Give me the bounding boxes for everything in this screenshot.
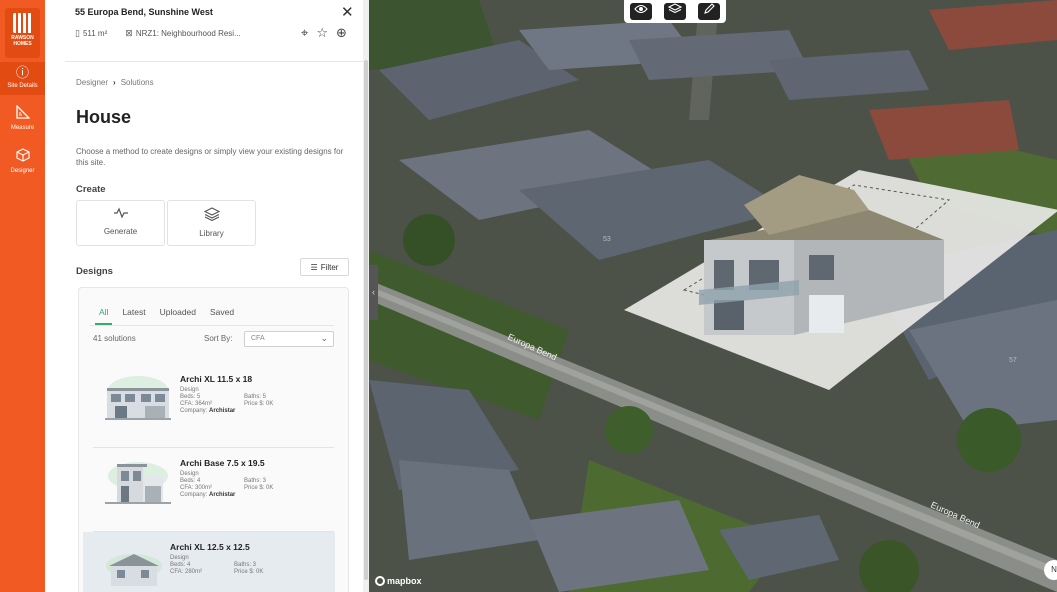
site-info-row: ▯ 511 m² ⊠ NRZ1: Neighbourhood Resi... bbox=[75, 28, 241, 39]
tab-uploaded[interactable]: Uploaded bbox=[160, 307, 196, 317]
design-company: Company: Archistar bbox=[180, 492, 235, 499]
tab-saved[interactable]: Saved bbox=[210, 307, 234, 317]
area-icon: ▯ bbox=[75, 28, 80, 38]
mapbox-logo-icon bbox=[375, 576, 385, 586]
house-thumbnail bbox=[105, 462, 171, 504]
tab-latest[interactable]: Latest bbox=[122, 307, 145, 317]
design-name: Archi XL 11.5 x 18 bbox=[180, 374, 253, 384]
design-baths: Baths: 3 bbox=[234, 562, 257, 568]
left-rail: RAWSON HOMES ⓘ Site Details Measure Desi… bbox=[0, 0, 45, 592]
design-type: Design bbox=[170, 555, 189, 561]
site-address: 55 Europa Bend, Sunshine West bbox=[75, 7, 213, 17]
company-label: Company: bbox=[180, 408, 208, 414]
cube-icon bbox=[0, 148, 45, 166]
create-section-title: Create bbox=[76, 184, 106, 195]
house-thumbnail bbox=[105, 376, 171, 420]
page-description: Choose a method to create designs or sim… bbox=[76, 147, 344, 167]
designs-tabs: All Latest Uploaded Saved bbox=[94, 307, 234, 325]
scrollbar-thumb[interactable] bbox=[364, 60, 368, 580]
company-name: Archistar bbox=[209, 408, 236, 414]
filter-icon: ☰ bbox=[310, 262, 318, 272]
side-panel: 55 Europa Bend, Sunshine West ✕ ▯ 511 m²… bbox=[45, 0, 363, 592]
pencil-icon[interactable] bbox=[698, 3, 720, 20]
design-card[interactable]: Archi XL 11.5 x 18 Design Beds: 5 Baths:… bbox=[93, 364, 334, 448]
generate-label: Generate bbox=[103, 227, 138, 236]
locate-icon[interactable]: ⌖ bbox=[301, 25, 308, 41]
design-cfa: CFA: 300m² bbox=[180, 485, 213, 491]
compass-button[interactable]: N bbox=[1044, 560, 1057, 580]
header-divider bbox=[65, 61, 363, 62]
design-price: Price $: 0K bbox=[244, 485, 274, 491]
filter-label: Filter bbox=[320, 262, 339, 272]
design-price: Price $: 0K bbox=[244, 401, 274, 407]
solutions-count: 41 solutions bbox=[93, 334, 136, 343]
generate-button[interactable]: Generate bbox=[76, 200, 165, 246]
designs-list: All Latest Uploaded Saved 41 solutions S… bbox=[78, 287, 349, 592]
header-actions: ⌖ ☆ ⊕ bbox=[301, 25, 347, 41]
sort-label: Sort By: bbox=[204, 334, 233, 343]
satellite-map bbox=[369, 0, 1057, 592]
design-beds: Beds: 4 bbox=[170, 562, 191, 568]
logo-grid-icon bbox=[12, 13, 33, 33]
design-cfa: CFA: 280m² bbox=[170, 569, 203, 575]
star-icon[interactable]: ☆ bbox=[316, 25, 328, 41]
rail-item-site-details[interactable]: ⓘ Site Details bbox=[0, 62, 45, 95]
layers-icon bbox=[168, 207, 255, 224]
breadcrumb-parent[interactable]: Designer bbox=[76, 78, 108, 87]
design-beds: Beds: 5 bbox=[180, 394, 201, 400]
close-icon[interactable]: ✕ bbox=[341, 3, 354, 21]
breadcrumb-current: Solutions bbox=[120, 78, 154, 87]
ruler-icon bbox=[0, 104, 45, 123]
chevron-down-icon: ⌄ bbox=[320, 333, 328, 343]
design-baths: Baths: 5 bbox=[244, 394, 267, 400]
page-title: House bbox=[76, 107, 132, 127]
design-card[interactable]: Archi Base 7.5 x 19.5 Design Beds: 4 Bat… bbox=[93, 448, 334, 532]
design-type: Design bbox=[180, 387, 199, 393]
chevron-right-icon: › bbox=[113, 78, 116, 87]
sort-select[interactable]: CFA ⌄ bbox=[244, 331, 334, 347]
rail-item-label: Designer bbox=[10, 168, 35, 174]
lot-number: 53 bbox=[603, 236, 611, 243]
map-3d-view[interactable]: Europa Bend Europa Bend 53 57 ‹ mapbox N bbox=[369, 0, 1057, 592]
designs-section-title: Designs bbox=[76, 266, 113, 277]
design-price: Price $: 0K bbox=[234, 569, 264, 575]
brand-logo[interactable]: RAWSON HOMES bbox=[5, 8, 40, 58]
house-thumbnail bbox=[106, 554, 162, 586]
design-name: Archi Base 7.5 x 19.5 bbox=[180, 458, 265, 468]
sort-value: CFA bbox=[251, 335, 265, 342]
layers-icon[interactable] bbox=[664, 3, 686, 20]
add-circle-icon[interactable]: ⊕ bbox=[336, 25, 347, 41]
site-area: 511 m² bbox=[82, 29, 108, 38]
rail-item-label: Measure bbox=[10, 125, 35, 131]
pulse-icon bbox=[77, 207, 164, 222]
brand-name-line2: HOMES bbox=[13, 41, 32, 47]
library-label: Library bbox=[199, 229, 224, 238]
rail-item-designer[interactable]: Designer bbox=[0, 148, 45, 181]
info-circle-icon: ⓘ bbox=[15, 65, 29, 80]
library-button[interactable]: Library bbox=[167, 200, 256, 246]
map-toolbar bbox=[624, 0, 726, 23]
site-zoning: NRZ1: Neighbourhood Resi... bbox=[135, 29, 241, 38]
design-company: Company: Archistar bbox=[180, 408, 235, 415]
zoning-icon: ⊠ bbox=[125, 28, 133, 38]
design-card-selected[interactable]: Archi XL 12.5 x 12.5 Design Beds: 4 Bath… bbox=[83, 532, 335, 592]
design-baths: Baths: 3 bbox=[244, 478, 267, 484]
rail-item-label: Site Details bbox=[7, 83, 38, 89]
mapbox-label: mapbox bbox=[387, 576, 422, 586]
tab-all[interactable]: All bbox=[94, 307, 114, 325]
lot-number: 57 bbox=[1009, 357, 1017, 364]
eye-icon[interactable] bbox=[630, 3, 652, 20]
breadcrumb: Designer › Solutions bbox=[76, 78, 154, 87]
collapse-panel-button[interactable]: ‹ bbox=[369, 265, 378, 320]
filter-button[interactable]: ☰ Filter bbox=[300, 258, 349, 276]
company-name: Archistar bbox=[209, 492, 236, 498]
design-beds: Beds: 4 bbox=[180, 478, 201, 484]
rail-item-measure[interactable]: Measure bbox=[0, 104, 45, 138]
design-type: Design bbox=[180, 471, 199, 477]
company-label: Company: bbox=[180, 492, 208, 498]
mapbox-attribution[interactable]: mapbox bbox=[375, 576, 422, 586]
design-name: Archi XL 12.5 x 12.5 bbox=[170, 542, 250, 552]
design-cfa: CFA: 364m² bbox=[180, 401, 213, 407]
tabs-divider bbox=[89, 325, 334, 326]
